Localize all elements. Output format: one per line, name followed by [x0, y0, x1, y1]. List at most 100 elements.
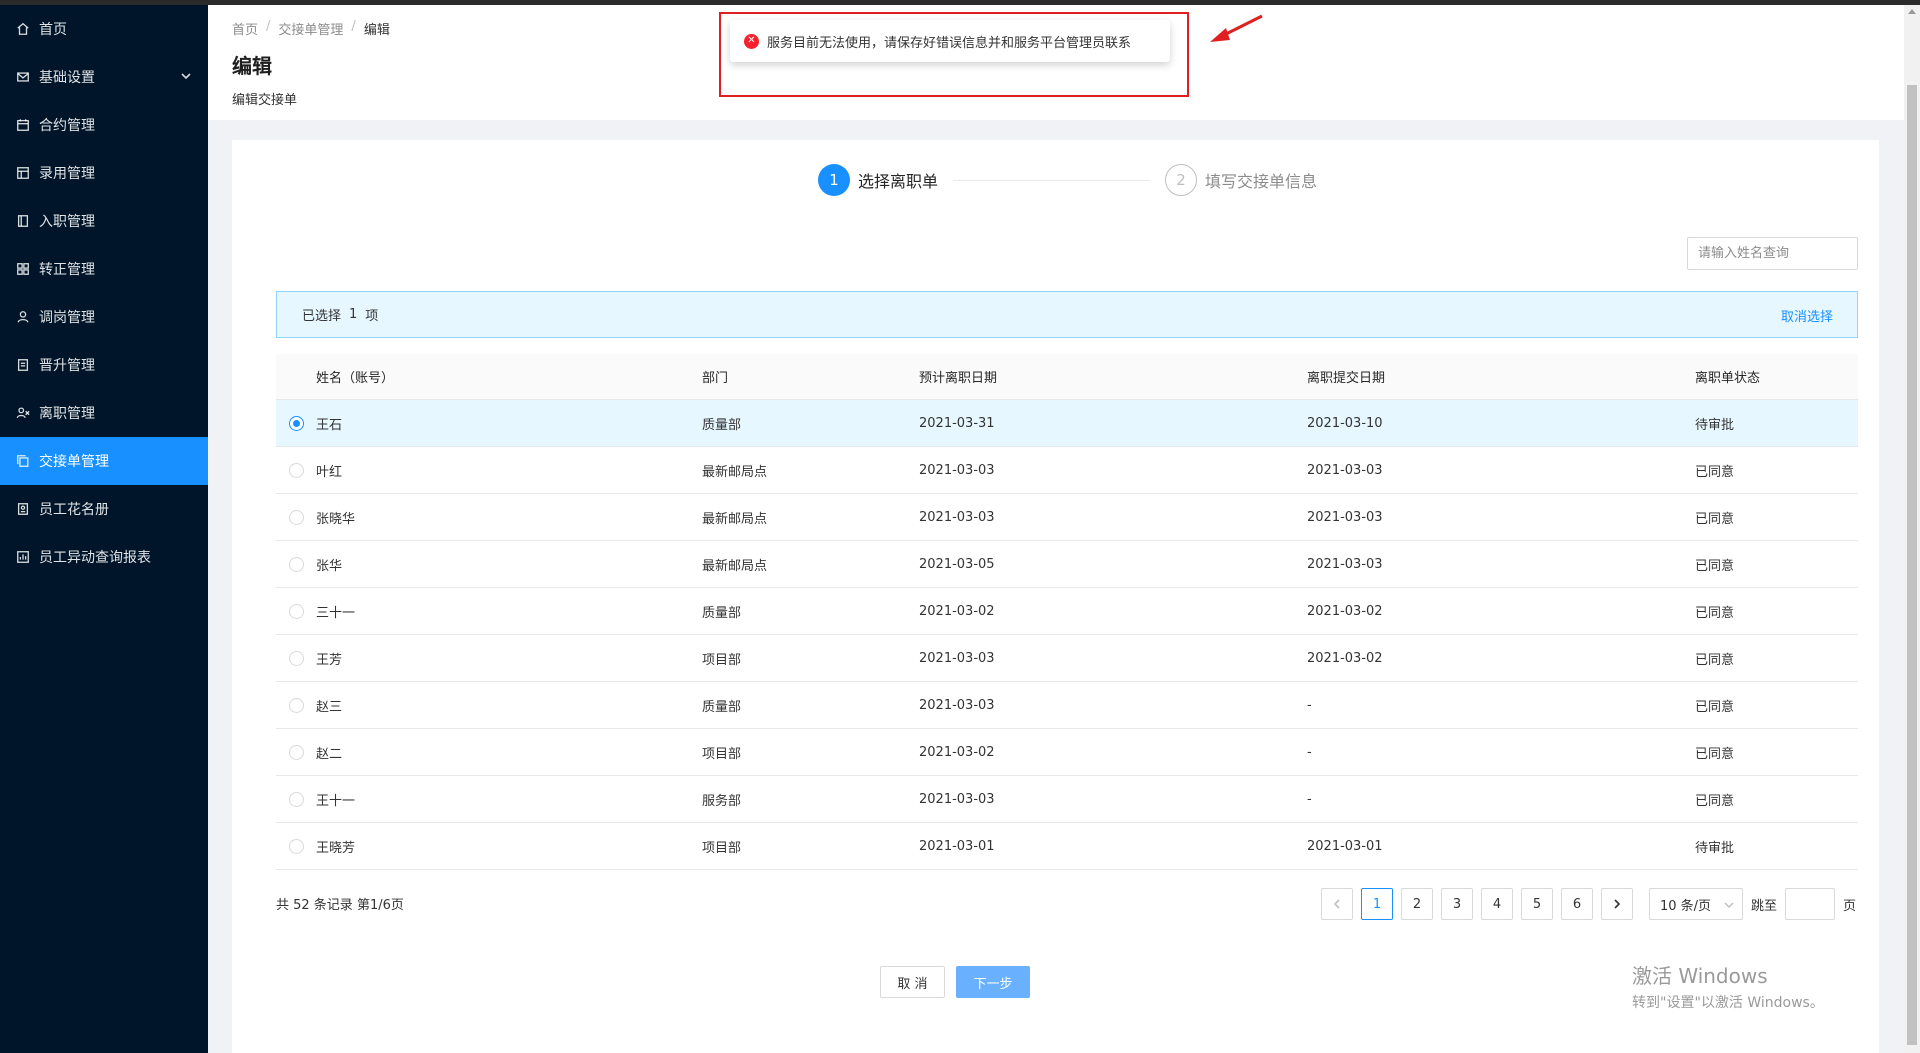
sidebar-item-9[interactable]: 交接单管理: [0, 437, 208, 485]
table-row[interactable]: 张华 最新邮局点 2021-03-05 2021-03-03 已同意: [276, 541, 1858, 588]
page-6-button[interactable]: 6: [1561, 888, 1593, 920]
cell-name: 张晓华: [316, 511, 356, 527]
sidebar-item-0[interactable]: 首页: [0, 5, 208, 53]
row-select-cell: [276, 650, 316, 666]
cell-expected-date: 2021-03-03: [919, 791, 995, 807]
page-3-button[interactable]: 3: [1441, 888, 1473, 920]
breadcrumb-home[interactable]: 首页: [232, 19, 258, 38]
cell-submit-date: 2021-03-10: [1307, 415, 1383, 431]
row-radio[interactable]: [288, 791, 304, 807]
table-row[interactable]: 赵三 质量部 2021-03-03 - 已同意: [276, 682, 1858, 729]
cell-name: 王十一: [316, 793, 356, 809]
cell-dept: 项目部: [702, 652, 742, 668]
cell-dept: 质量部: [702, 605, 742, 621]
breadcrumb-handover[interactable]: 交接单管理: [278, 19, 343, 38]
cell-dept: 质量部: [702, 699, 742, 715]
table-row[interactable]: 三十一 质量部 2021-03-02 2021-03-02 已同意: [276, 588, 1858, 635]
sidebar-item-label: 首页: [39, 22, 67, 38]
error-message: ✕ 服务目前无法使用，请保存好错误信息并和服务平台管理员联系: [730, 20, 1170, 62]
cell-dept: 最新邮局点: [702, 511, 768, 527]
clear-selection-link[interactable]: 取消选择: [1781, 306, 1833, 325]
row-radio[interactable]: [288, 415, 304, 431]
sidebar-item-4[interactable]: 入职管理: [0, 197, 208, 245]
row-radio[interactable]: [288, 556, 304, 572]
row-radio[interactable]: [288, 744, 304, 760]
prev-page-button[interactable]: [1321, 888, 1353, 920]
page-size-select[interactable]: 10 条/页: [1649, 888, 1743, 920]
page-1-button[interactable]: 1: [1361, 888, 1393, 920]
cell-expected-date: 2021-03-01: [919, 838, 995, 854]
cell-submit-date: 2021-03-01: [1307, 838, 1383, 854]
sidebar-item-label: 合约管理: [39, 118, 95, 134]
pagination: 1 2 3 4 5 6 10 条/页 跳至 页: [1321, 888, 1856, 920]
sidebar-item-1[interactable]: 基础设置: [0, 53, 208, 101]
sidebar-item-6[interactable]: 调岗管理: [0, 293, 208, 341]
vertical-scrollbar[interactable]: [1904, 5, 1920, 1053]
step-label: 填写交接单信息: [1205, 172, 1318, 191]
cell-expected-date: 2021-03-03: [919, 650, 995, 666]
cell-status: 已同意: [1695, 699, 1735, 715]
table-row[interactable]: 赵二 项目部 2021-03-02 - 已同意: [276, 729, 1858, 776]
cell-status: 已同意: [1695, 793, 1735, 809]
row-radio[interactable]: [288, 838, 304, 854]
next-page-button[interactable]: [1601, 888, 1633, 920]
page-4-button[interactable]: 4: [1481, 888, 1513, 920]
home-icon: [15, 21, 31, 37]
table-row[interactable]: 叶红 最新邮局点 2021-03-03 2021-03-03 已同意: [276, 447, 1858, 494]
cell-expected-date: 2021-03-03: [919, 697, 995, 713]
error-message-text: 服务目前无法使用，请保存好错误信息并和服务平台管理员联系: [767, 35, 1132, 51]
cell-name: 张华: [316, 558, 343, 574]
sidebar-item-label: 录用管理: [39, 166, 95, 182]
table-body: 王石 质量部 2021-03-31 2021-03-10 待审批 叶红 最新邮局点 2021-…: [276, 400, 1858, 870]
page-5-button[interactable]: 5: [1521, 888, 1553, 920]
sidebar-item-label: 基础设置: [39, 70, 95, 86]
next-step-button[interactable]: 下一步: [956, 966, 1030, 998]
grid-icon: [15, 261, 31, 277]
row-radio[interactable]: [288, 603, 304, 619]
cell-dept: 质量部: [702, 417, 742, 433]
sidebar-item-8[interactable]: 离职管理: [0, 389, 208, 437]
table-row[interactable]: 王晓芳 项目部 2021-03-01 2021-03-01 待审批: [276, 823, 1858, 870]
page-subtitle: 编辑交接单: [232, 93, 298, 108]
sidebar-item-5[interactable]: 转正管理: [0, 245, 208, 293]
cell-expected-date: 2021-03-03: [919, 509, 995, 525]
cell-expected-date: 2021-03-31: [919, 415, 995, 431]
row-radio[interactable]: [288, 509, 304, 525]
cell-submit-date: 2021-03-02: [1307, 603, 1383, 619]
row-radio[interactable]: [288, 697, 304, 713]
sidebar-item-11[interactable]: 员工异动查询报表: [0, 533, 208, 581]
selection-prefix: 已选择: [302, 309, 342, 324]
row-radio[interactable]: [288, 650, 304, 666]
cell-submit-date: 2021-03-03: [1307, 462, 1383, 478]
cell-dept: 服务部: [702, 793, 742, 809]
sidebar-item-2[interactable]: 合约管理: [0, 101, 208, 149]
row-radio[interactable]: [288, 462, 304, 478]
calendar-icon: [15, 117, 31, 133]
cell-submit-date: 2021-03-02: [1307, 650, 1383, 666]
table-row[interactable]: 王十一 服务部 2021-03-03 - 已同意: [276, 776, 1858, 823]
watermark-line2: 转到"设置"以激活 Windows。: [1632, 995, 1824, 1011]
table-row[interactable]: 王芳 项目部 2021-03-03 2021-03-02 已同意: [276, 635, 1858, 682]
jump-page-input[interactable]: [1785, 888, 1836, 920]
scroll-up-icon[interactable]: [1908, 9, 1916, 14]
sidebar-item-label: 入职管理: [39, 214, 95, 230]
cell-name: 叶红: [316, 464, 343, 480]
sidebar-item-10[interactable]: 员工花名册: [0, 485, 208, 533]
cell-name: 赵三: [316, 699, 343, 715]
step-connector: [953, 180, 1150, 181]
table-row[interactable]: 张晓华 最新邮局点 2021-03-03 2021-03-03 已同意: [276, 494, 1858, 541]
row-select-cell: [276, 838, 316, 854]
page-2-button[interactable]: 2: [1401, 888, 1433, 920]
cell-submit-date: 2021-03-03: [1307, 556, 1383, 572]
cell-submit-date: -: [1307, 744, 1312, 760]
sidebar-item-7[interactable]: 晋升管理: [0, 341, 208, 389]
page-size-value: 10 条/页: [1660, 898, 1712, 914]
cell-status: 已同意: [1695, 558, 1735, 574]
table-icon: [15, 165, 31, 181]
cell-status: 已同意: [1695, 605, 1735, 621]
scrollbar-thumb[interactable]: [1907, 85, 1917, 1045]
cancel-button[interactable]: 取 消: [880, 966, 945, 998]
name-search-input[interactable]: [1687, 237, 1858, 270]
sidebar-item-3[interactable]: 录用管理: [0, 149, 208, 197]
table-row[interactable]: 王石 质量部 2021-03-31 2021-03-10 待审批: [276, 400, 1858, 447]
